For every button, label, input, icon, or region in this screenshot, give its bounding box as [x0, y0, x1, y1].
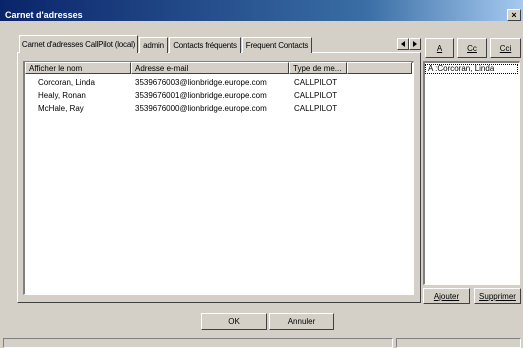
column-header-label: Type de me...	[293, 63, 342, 73]
tab-scroll-left-button[interactable]	[397, 38, 409, 50]
add-button-label: Ajouter	[433, 291, 460, 301]
row-type: CALLPILOT	[294, 91, 338, 100]
column-header-type[interactable]: Type de me...	[289, 62, 347, 74]
column-header-email[interactable]: Adresse e-mail	[131, 62, 289, 74]
to-button[interactable]: A	[425, 38, 454, 58]
tab-frequent-contacts[interactable]: Frequent Contacts	[242, 37, 312, 53]
tab-label: admin	[143, 41, 164, 50]
status-pane	[3, 338, 393, 348]
row-name: Corcoran, Linda	[38, 78, 95, 87]
row-email: 3539676000@lionbridge.europe.com	[135, 104, 267, 113]
add-button[interactable]: Ajouter	[423, 288, 470, 304]
tab-callpilot-local[interactable]: Carnet d'adresses CallPilot (local)	[19, 35, 138, 53]
row-email: 3539676001@lionbridge.europe.com	[135, 91, 267, 100]
tab-label: Carnet d'adresses CallPilot (local)	[21, 40, 136, 49]
to-button-label: A	[436, 43, 443, 53]
status-pane	[396, 338, 521, 348]
row-name: McHale, Ray	[38, 104, 84, 113]
delete-button-label: Supprimer	[479, 291, 516, 301]
tab-label: Frequent Contacts	[245, 41, 309, 50]
row-type: CALLPILOT	[294, 104, 338, 113]
close-icon: ×	[511, 9, 517, 20]
close-button[interactable]: ×	[507, 9, 521, 21]
triangle-right-icon	[413, 41, 417, 47]
triangle-left-icon	[401, 41, 405, 47]
cc-button[interactable]: Cc	[457, 38, 487, 58]
column-header-label: Adresse e-mail	[135, 63, 189, 73]
column-header-empty[interactable]	[347, 62, 412, 74]
row-type: CALLPILOT	[294, 78, 338, 87]
row-email: 3539676003@lionbridge.europe.com	[135, 78, 267, 87]
delete-button[interactable]: Supprimer	[474, 288, 521, 304]
window-title: Carnet d'adresses	[5, 10, 83, 20]
bcc-button[interactable]: Cci	[490, 38, 521, 58]
recipients-list[interactable]	[423, 61, 520, 285]
row-name: Healy, Ronan	[38, 91, 86, 100]
ok-button-label: OK	[228, 317, 240, 326]
tab-scroll-right-button[interactable]	[409, 38, 421, 50]
recipient-item[interactable]: A :Corcoran, Linda	[425, 64, 518, 74]
bcc-button-label: Cci	[499, 43, 512, 53]
cancel-button[interactable]: Annuler	[269, 313, 334, 330]
column-header-label: Afficher le nom	[29, 63, 83, 73]
tab-contacts-frequents[interactable]: Contacts fréquents	[169, 37, 241, 53]
tab-label: Contacts fréquents	[173, 41, 237, 50]
cancel-button-label: Annuler	[287, 317, 316, 326]
ok-button[interactable]: OK	[201, 313, 267, 330]
cc-button-label: Cc	[467, 43, 477, 53]
column-header-name[interactable]: Afficher le nom	[25, 62, 131, 74]
tab-admin[interactable]: admin	[139, 37, 168, 53]
